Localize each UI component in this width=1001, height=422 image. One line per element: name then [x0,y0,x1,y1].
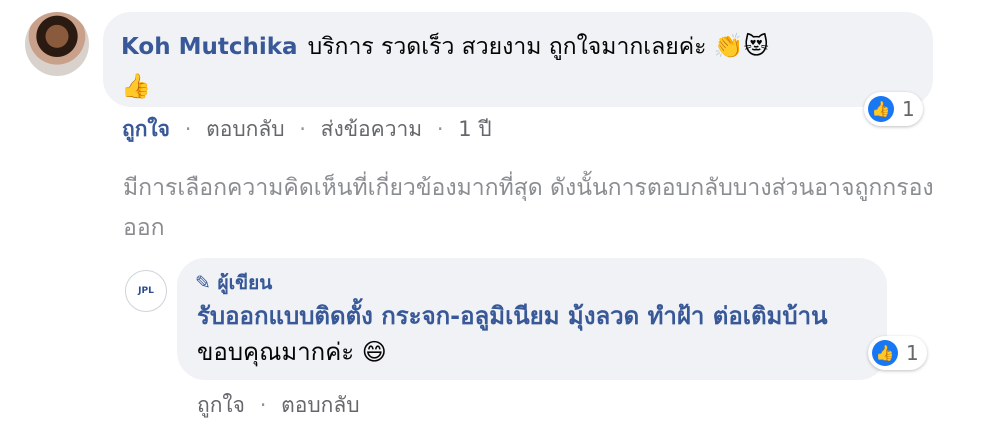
reply-reply-link[interactable]: ตอบกลับ [281,393,360,417]
author-badge-label: ผู้เขียน [217,272,273,294]
reply-reaction-badge[interactable]: 👍 1 [868,336,927,370]
commenter-avatar[interactable] [25,12,89,76]
thumbs-up-emoji-icon: 👍 [121,72,151,100]
comment-timestamp[interactable]: 1 ปี [458,117,491,141]
author-badge: ✎ ผู้เขียน [195,268,272,298]
page-avatar-logo-text: JPL [138,286,154,296]
comment-reaction-count: 1 [902,97,915,121]
comment-reply-link[interactable]: ตอบกลับ [206,117,285,141]
grinning-face-icon: 😄 [361,338,387,366]
comment-like-link[interactable]: ถูกใจ [122,117,170,141]
comment-author[interactable]: Koh Mutchika [121,34,298,60]
reply-body: รับออกแบบติดตั้ง กระจก-อลูมิเนียม มุ้งลว… [197,298,877,370]
page-avatar[interactable]: JPL [125,270,167,312]
comment-body: Koh Mutchika บริการ รวดเร็ว สวยงาม ถูกใจม… [121,30,911,63]
like-reaction-icon: 👍 [868,96,894,122]
clapping-hands-icon: 👏 [713,32,744,60]
comment-text: บริการ รวดเร็ว สวยงาม ถูกใจมากเลยค่ะ [307,34,707,60]
reply-like-link[interactable]: ถูกใจ [197,393,245,417]
comment-actions: ถูกใจ · ตอบกลับ · ส่งข้อความ · 1 ปี [122,113,492,146]
comment-reaction-badge[interactable]: 👍 1 [864,92,923,126]
pencil-icon: ✎ [195,272,211,294]
reply-actions: ถูกใจ · ตอบกลับ [197,389,360,422]
comment-message-link[interactable]: ส่งข้อความ [321,117,423,141]
separator-dot: · [436,117,444,141]
comment-emoji-row: 👍 [121,72,151,100]
heart-eyes-cat-icon: 😻 [743,32,769,60]
like-reaction-icon: 👍 [872,340,898,366]
comment-bubble: Koh Mutchika บริการ รวดเร็ว สวยงาม ถูกใจม… [103,12,933,107]
reply-bubble: ✎ ผู้เขียน รับออกแบบติดตั้ง กระจก-อลูมิเ… [177,258,887,380]
separator-dot: · [184,117,192,141]
filtered-replies-notice: มีการเลือกความคิดเห็นที่เกี่ยวข้องมากที่… [123,175,934,241]
reply-text: ขอบคุณมากค่ะ [197,338,355,366]
separator-dot: · [259,393,267,417]
reply-reaction-count: 1 [906,341,919,365]
reply-page-name[interactable]: รับออกแบบติดตั้ง กระจก-อลูมิเนียม มุ้งลว… [197,302,828,330]
separator-dot: · [299,117,306,141]
